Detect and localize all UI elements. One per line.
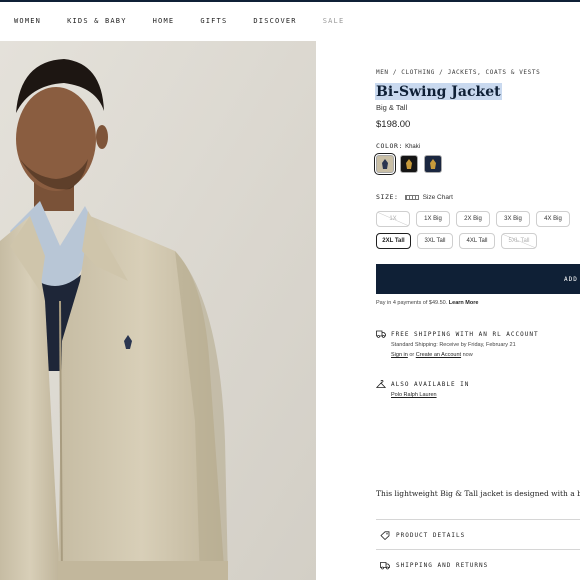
breadcrumb[interactable]: MEN / CLOTHING / JACKETS, COATS & VESTS — [376, 69, 540, 76]
shipping-returns-label: SHIPPING AND RETURNS — [396, 561, 489, 569]
sign-in-link[interactable]: Sign in — [391, 352, 408, 358]
polo-logo-icon — [406, 159, 412, 169]
product-price: $198.00 — [376, 119, 411, 130]
truck-icon — [376, 330, 386, 338]
polo-logo-icon — [382, 159, 388, 169]
or-text: or — [409, 352, 415, 358]
truck-icon — [380, 561, 390, 569]
installment-info: Pay in 4 payments of $49.50. Learn More — [376, 300, 478, 306]
size-4x-big[interactable]: 4X Big — [536, 211, 570, 227]
nav-home[interactable]: HOME — [153, 17, 175, 25]
nav-discover[interactable]: DISCOVER — [253, 17, 296, 25]
shipping-standard: Standard Shipping: Receive by Friday, Fe… — [391, 342, 516, 348]
learn-more-link[interactable]: Learn More — [449, 300, 479, 306]
tag-icon — [380, 530, 390, 540]
availability-title: ALSO AVAILABLE IN — [391, 381, 470, 388]
size-2xl-tall[interactable]: 2XL Tall — [376, 233, 411, 249]
size-1x[interactable]: 1X — [376, 211, 410, 227]
swatch-khaki[interactable] — [374, 153, 396, 175]
add-to-bag-button[interactable]: ADD — [376, 264, 580, 294]
now-text: now — [462, 352, 473, 358]
shipping-returns-accordion[interactable]: SHIPPING AND RETURNS — [376, 555, 580, 575]
size-chart-link[interactable]: Size Chart — [423, 194, 453, 201]
hanger-icon — [376, 380, 386, 388]
divider — [376, 549, 580, 550]
create-account-link[interactable]: Create an Account — [416, 352, 461, 358]
model-photo — [0, 41, 316, 580]
polo-ralph-lauren-link[interactable]: Polo Ralph Lauren — [391, 392, 437, 398]
size-label: SIZE: — [376, 193, 399, 201]
swatch-black[interactable] — [400, 155, 418, 173]
shipping-account-links: Sign in or Create an Account now — [391, 352, 473, 358]
size-2x-big[interactable]: 2X Big — [456, 211, 490, 227]
product-details-accordion[interactable]: PRODUCT DETAILS — [376, 525, 580, 545]
shipping-title: FREE SHIPPING WITH AN RL ACCOUNT — [391, 331, 539, 338]
color-label: COLOR: Khaki — [376, 142, 420, 150]
nav-kids-baby[interactable]: KIDS & BABY — [67, 17, 127, 25]
product-title: Bi-Swing Jacket — [375, 83, 502, 100]
product-image[interactable] — [0, 41, 316, 580]
color-value: Khaki — [405, 144, 421, 150]
installment-text: Pay in 4 payments of $49.50. — [376, 300, 448, 306]
color-swatches — [374, 153, 442, 175]
size-1x-big[interactable]: 1X Big — [416, 211, 450, 227]
polo-logo-icon — [430, 159, 436, 169]
size-4xl-tall[interactable]: 4XL Tall — [459, 233, 495, 249]
size-row: SIZE: Size Chart — [376, 193, 453, 201]
nav-women[interactable]: WOMEN — [14, 17, 41, 25]
nav-sale[interactable]: SALE — [323, 17, 345, 25]
divider — [376, 519, 580, 520]
size-3x-big[interactable]: 3X Big — [496, 211, 530, 227]
size-3xl-tall[interactable]: 3XL Tall — [417, 233, 453, 249]
product-info-panel: MEN / CLOTHING / JACKETS, COATS & VESTS … — [374, 0, 580, 580]
product-description: This lightweight Big & Tall jacket is de… — [376, 489, 580, 498]
nav-gifts[interactable]: GIFTS — [200, 17, 227, 25]
color-label-text: COLOR: — [376, 142, 404, 150]
size-5xl-tall[interactable]: 5XL Tall — [501, 233, 537, 249]
product-subtitle: Big & Tall — [376, 103, 408, 112]
swatch-navy[interactable] — [424, 155, 442, 173]
product-details-label: PRODUCT DETAILS — [396, 531, 466, 539]
ruler-icon — [404, 194, 419, 200]
